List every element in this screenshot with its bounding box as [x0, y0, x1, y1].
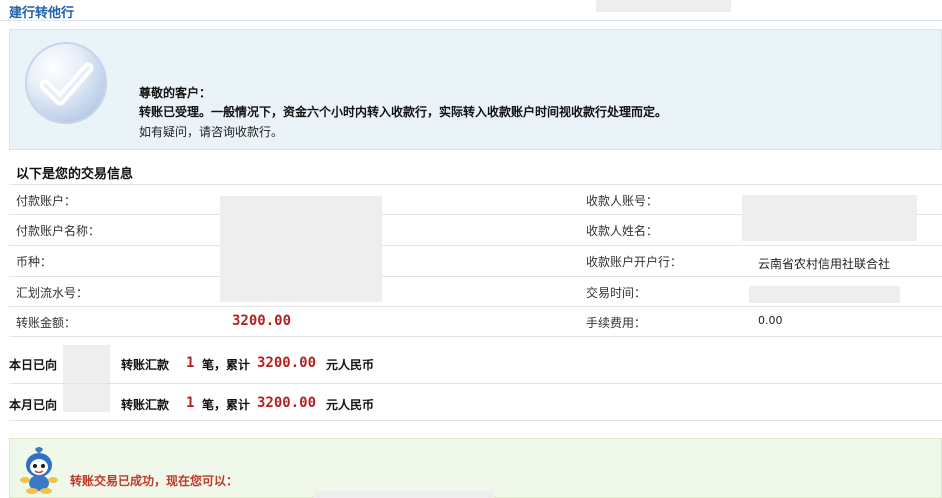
today-amount: 3200.00: [257, 355, 317, 371]
row-divider: [9, 336, 942, 337]
month-count-unit: 笔，累计: [202, 398, 251, 412]
transfer-amount-label: 转账金额：: [16, 316, 77, 330]
section-title: 以下是您的交易信息: [16, 167, 134, 182]
fee-value: 0.00: [758, 314, 783, 327]
transaction-time-label: 交易时间：: [586, 286, 647, 300]
page-title: 建行转他行: [9, 6, 75, 21]
serial-number-label: 汇划流水号：: [16, 286, 89, 300]
row-divider: [9, 306, 942, 307]
row-divider: [9, 420, 942, 421]
notice-greeting: 尊敬的客户：: [139, 86, 212, 100]
redacted-payer-details: [220, 196, 382, 302]
transfer-amount-value: 3200.00: [232, 313, 292, 329]
check-circle-icon: [25, 42, 107, 124]
month-currency: 元人民币: [326, 398, 375, 412]
today-prefix: 本日已向: [9, 358, 58, 372]
mascot-icon: [17, 445, 61, 495]
fee-label: 手续费用：: [586, 316, 647, 330]
currency-label: 币种：: [16, 255, 53, 269]
redacted-recipient-month: [63, 386, 110, 412]
payee-bank-value: 云南省农村信用社联合社: [758, 257, 891, 271]
title-divider: [0, 20, 942, 21]
success-box: [9, 438, 942, 498]
today-count-unit: 笔，累计: [202, 358, 251, 372]
payer-account-label: 付款账户：: [16, 194, 77, 208]
today-transfer-label: 转账汇款: [121, 358, 170, 372]
month-count: 1: [186, 395, 195, 411]
redacted-area: [314, 491, 494, 498]
notice-message: 转账已受理。一般情况下，资金六个小时内转入收款行，实际转入收款账户时间视收款行处…: [139, 105, 668, 119]
redacted-payee-details: [742, 195, 917, 241]
payee-name-label: 收款人姓名：: [586, 224, 659, 238]
month-prefix: 本月已向: [9, 398, 58, 412]
notice-help: 如有疑问，请咨询收款行。: [139, 125, 284, 139]
row-divider: [9, 383, 942, 384]
success-message: 转账交易已成功，现在您可以：: [70, 474, 239, 488]
redacted-recipient-today: [63, 345, 110, 387]
payee-account-label: 收款人账号：: [586, 194, 659, 208]
row-divider: [9, 184, 942, 185]
row-divider: [9, 245, 942, 246]
today-currency: 元人民币: [326, 358, 375, 372]
month-transfer-label: 转账汇款: [121, 398, 170, 412]
month-amount: 3200.00: [257, 395, 317, 411]
row-divider: [9, 276, 942, 277]
redacted-area: [596, 0, 731, 12]
payer-name-label: 付款账户名称：: [16, 224, 101, 238]
payee-bank-label: 收款账户开户行：: [586, 255, 683, 269]
today-count: 1: [186, 355, 195, 371]
redacted-time: [749, 286, 900, 303]
